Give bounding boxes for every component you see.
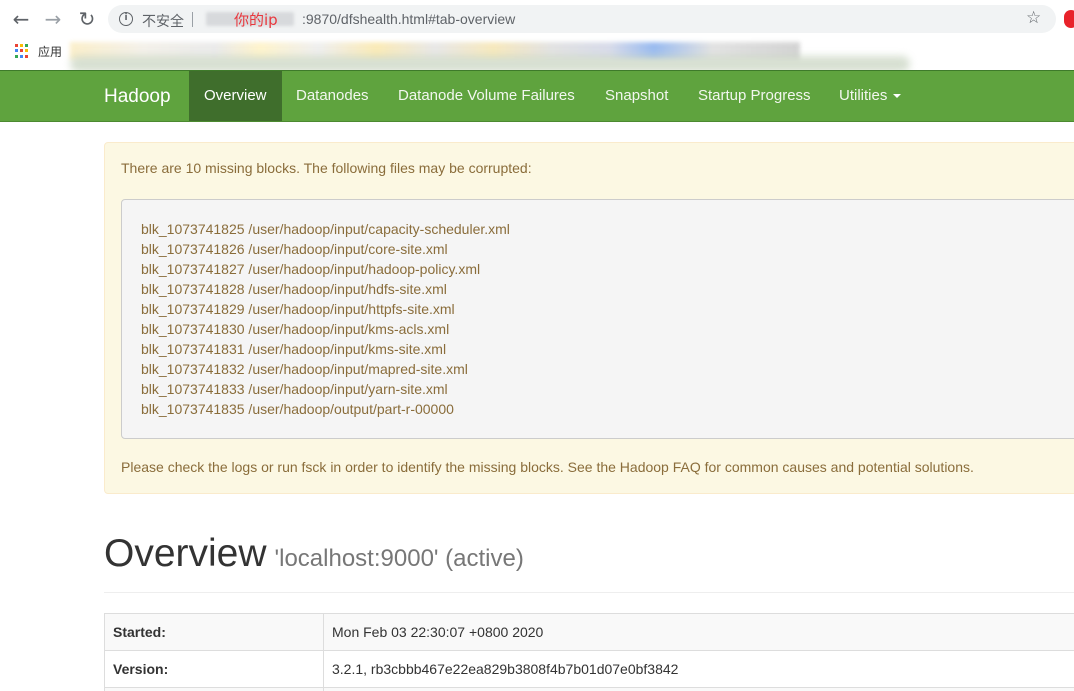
row-value-started: Mon Feb 03 22:30:07 +0800 2020: [323, 613, 1074, 651]
block-item: blk_1073741829 /user/hadoop/input/httpfs…: [141, 301, 455, 317]
address-bar[interactable]: i 不安全 你的ip :9870/dfshealth.html#tab-over…: [108, 5, 1056, 33]
block-item: blk_1073741828 /user/hadoop/input/hdfs-s…: [141, 281, 447, 297]
extension-icon[interactable]: [1064, 10, 1074, 28]
tab-datanodes[interactable]: Datanodes: [281, 71, 384, 121]
apps-grid-dot: [25, 54, 28, 58]
browser-toolbar: ← → ↻ i 不安全 你的ip :9870/dfshealth.html#ta…: [0, 0, 1074, 38]
apps-grid-dot: [15, 49, 18, 53]
block-item: blk_1073741831 /user/hadoop/input/kms-si…: [141, 341, 447, 357]
block-item: blk_1073741830 /user/hadoop/input/kms-ac…: [141, 321, 450, 337]
alert-heading: There are 10 missing blocks. The followi…: [121, 160, 532, 176]
bookmark-star-icon[interactable]: ☆: [1026, 7, 1041, 29]
tab-overview[interactable]: Overview: [189, 71, 282, 121]
utilities-label: Utilities: [839, 87, 888, 104]
tab-startup-progress[interactable]: Startup Progress: [683, 71, 826, 121]
overview-heading: Overview: [104, 532, 267, 575]
caret-down-icon: [893, 94, 902, 99]
table-row: Version: 3.2.1, rb3cbbb467e22ea829b3808f…: [104, 650, 1074, 688]
title-divider: [104, 592, 1074, 593]
block-item: blk_1073741833 /user/hadoop/input/yarn-s…: [141, 381, 448, 397]
url-annotation: 你的ip: [234, 11, 278, 29]
overview-table: Started: Mon Feb 03 22:30:07 +0800 2020 …: [104, 613, 1074, 691]
apps-grid-dot: [25, 49, 28, 53]
tab-snapshot[interactable]: Snapshot: [590, 71, 683, 121]
missing-blocks-alert: There are 10 missing blocks. The followi…: [104, 142, 1074, 494]
row-value-version: 3.2.1, rb3cbbb467e22ea829b3808f4b7b01d07…: [323, 650, 1074, 688]
reload-icon[interactable]: ↻: [76, 8, 98, 30]
row-value-partial: [323, 687, 1074, 691]
block-item: blk_1073741826 /user/hadoop/input/core-s…: [141, 241, 448, 257]
row-key-version: Version:: [104, 650, 324, 688]
url-text[interactable]: :9870/dfshealth.html#tab-overview: [302, 11, 515, 27]
overview-subtitle: 'localhost:9000' (active): [274, 545, 524, 572]
row-key-partial: [104, 687, 324, 691]
navbar-brand[interactable]: Hadoop: [104, 86, 171, 108]
apps-grid-dot: [20, 54, 23, 58]
apps-grid-dot: [25, 44, 28, 47]
hadoop-navbar: Hadoop Overview Datanodes Datanode Volum…: [0, 70, 1074, 122]
apps-grid-dot: [20, 49, 23, 53]
apps-label[interactable]: 应用: [38, 43, 62, 60]
table-row: Started: Mon Feb 03 22:30:07 +0800 2020: [104, 613, 1074, 651]
back-arrow-icon[interactable]: ←: [10, 8, 32, 30]
forward-arrow-icon[interactable]: →: [42, 8, 64, 30]
block-item: blk_1073741827 /user/hadoop/input/hadoop…: [141, 261, 481, 277]
tab-datanode-volume-failures[interactable]: Datanode Volume Failures: [383, 71, 590, 121]
alert-footer: Please check the logs or run fsck in ord…: [121, 459, 974, 475]
security-label[interactable]: 不安全: [142, 11, 184, 31]
block-item: blk_1073741835 /user/hadoop/output/part-…: [141, 401, 454, 417]
info-icon[interactable]: i: [119, 12, 133, 26]
apps-grid-icon[interactable]: [15, 44, 29, 58]
table-row: [104, 687, 1074, 691]
block-item: blk_1073741825 /user/hadoop/input/capaci…: [141, 221, 510, 237]
missing-block-list: blk_1073741825 /user/hadoop/input/capaci…: [121, 199, 1074, 439]
row-key-started: Started:: [104, 613, 324, 651]
page-title: Overview 'localhost:9000' (active): [104, 532, 524, 576]
apps-grid-dot: [15, 44, 18, 47]
tab-utilities[interactable]: Utilities: [824, 71, 916, 121]
apps-grid-dot: [15, 54, 18, 58]
apps-grid-dot: [20, 44, 23, 47]
omnibox-divider: [192, 12, 193, 27]
block-item: blk_1073741832 /user/hadoop/input/mapred…: [141, 361, 468, 377]
